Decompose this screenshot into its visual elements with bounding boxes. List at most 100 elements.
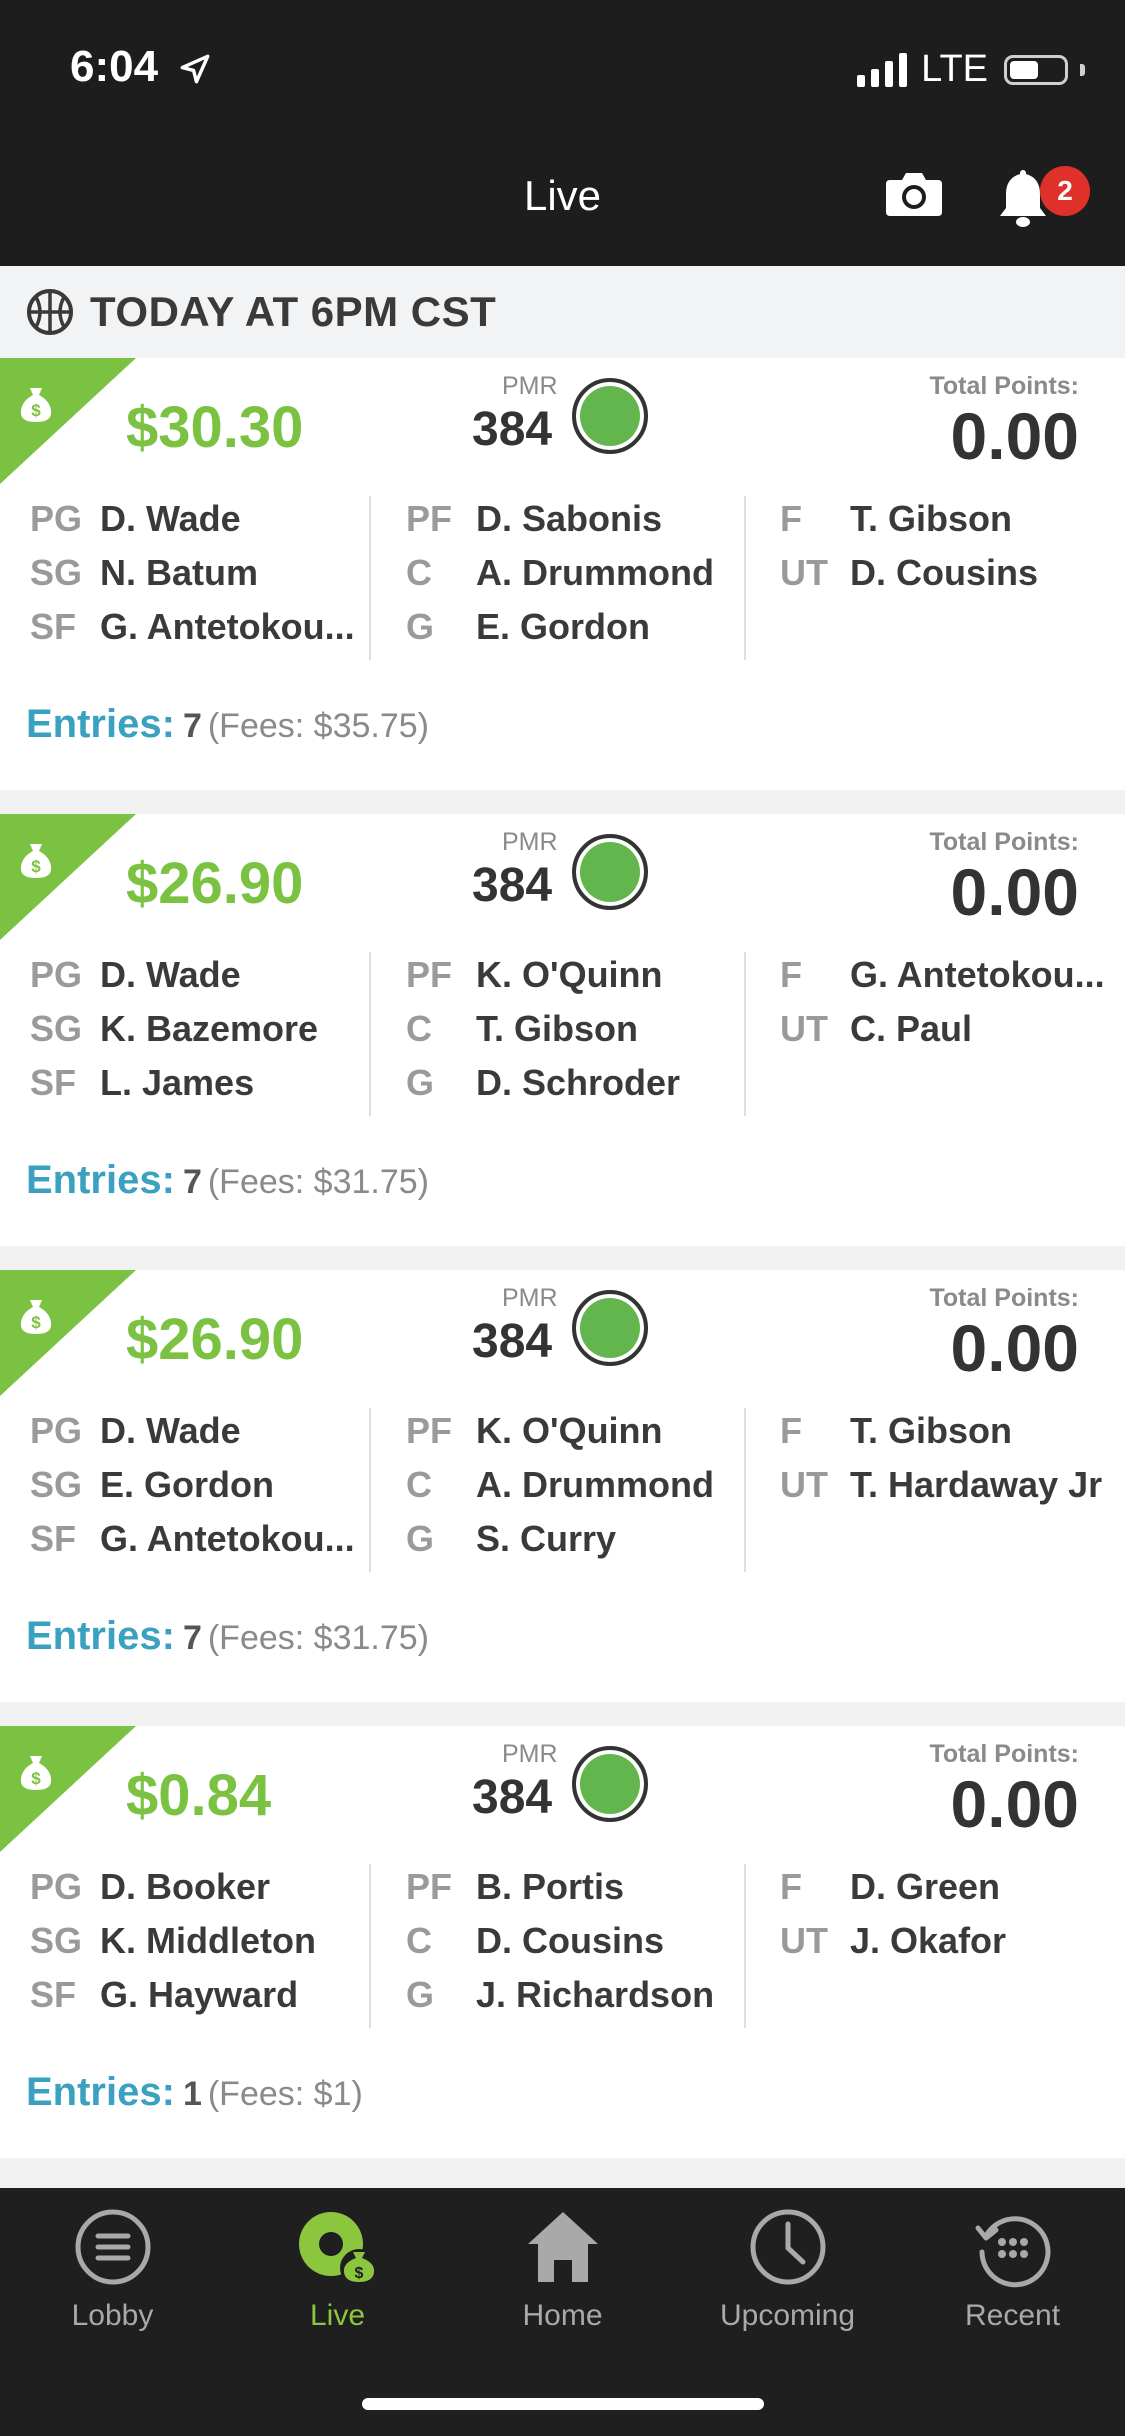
player-column: PG D. Wade SG N. Batum SF G. Antetokou...: [30, 492, 370, 662]
prize-amount: $0.84: [126, 1763, 272, 1828]
player-position: PG: [30, 1410, 83, 1451]
player-name: D. Cousins: [476, 1920, 665, 1961]
svg-text:$: $: [31, 401, 41, 420]
player-position: F: [780, 1410, 802, 1451]
player-name: D. Wade: [100, 954, 241, 995]
player-row[interactable]: PF K. O'Quinn: [406, 948, 746, 1002]
player-row[interactable]: UT C. Paul: [780, 1002, 1125, 1056]
player-row[interactable]: PG D. Wade: [30, 492, 370, 546]
player-position: G: [406, 1974, 435, 2015]
status-indicators: LTE: [857, 48, 1085, 91]
player-position: F: [780, 498, 802, 539]
player-row[interactable]: C A. Drummond: [406, 546, 746, 600]
lineup-card[interactable]: $ $30.30 PMR 384 Total Points: 0.00 PG D.…: [0, 358, 1125, 790]
player-position: PF: [406, 1410, 453, 1451]
tab-lobby[interactable]: Lobby: [0, 2206, 225, 2333]
player-row[interactable]: SF G. Antetokou...: [30, 600, 370, 654]
player-row[interactable]: SG K. Middleton: [30, 1914, 370, 1968]
player-name: K. Middleton: [100, 1920, 316, 1961]
player-column: F T. Gibson UT D. Cousins: [780, 492, 1125, 662]
total-points-label: Total Points:: [929, 1284, 1079, 1312]
player-name: T. Gibson: [850, 498, 1012, 539]
lineup-card[interactable]: $ $0.84 PMR 384 Total Points: 0.00 PG D. …: [0, 1726, 1125, 2158]
lineup-list: $ $30.30 PMR 384 Total Points: 0.00 PG D.…: [0, 358, 1125, 2182]
pmr-value: 384: [472, 1771, 553, 1824]
player-row[interactable]: PG D. Booker: [30, 1860, 370, 1914]
player-column: PG D. Wade SG K. Bazemore SF L. James: [30, 948, 370, 1118]
player-position: G: [406, 1062, 435, 1103]
player-row[interactable]: SG E. Gordon: [30, 1458, 370, 1512]
player-row[interactable]: PF D. Sabonis: [406, 492, 746, 546]
tab-live[interactable]: $ Live: [225, 2206, 450, 2333]
tab-label: Live: [309, 2299, 366, 2332]
lineup-card[interactable]: $ $26.90 PMR 384 Total Points: 0.00 PG D.…: [0, 814, 1125, 1246]
player-row[interactable]: SG N. Batum: [30, 546, 370, 600]
player-row[interactable]: UT D. Cousins: [780, 546, 1125, 600]
prize-amount: $26.90: [126, 1307, 304, 1372]
camera-icon[interactable]: [884, 168, 944, 218]
svg-text:$: $: [354, 2265, 363, 2282]
player-name: N. Batum: [100, 552, 259, 593]
player-row[interactable]: F T. Gibson: [780, 1404, 1125, 1458]
player-name: E. Gordon: [100, 1464, 274, 1505]
home-icon: [527, 2212, 598, 2282]
player-position: F: [780, 1866, 802, 1907]
player-position: PG: [30, 954, 83, 995]
player-row[interactable]: G D. Schroder: [406, 1056, 746, 1110]
player-row[interactable]: PF B. Portis: [406, 1860, 746, 1914]
player-name: D. Sabonis: [476, 498, 663, 539]
entries-fees: (Fees: $31.75): [207, 1619, 429, 1657]
player-row[interactable]: SF G. Antetokou...: [30, 1512, 370, 1566]
player-position: SF: [30, 1062, 77, 1103]
column-divider: [369, 1864, 371, 2028]
entries-label: Entries:: [26, 1614, 175, 1658]
lineup-card[interactable]: $ $26.90 PMR 384 Total Points: 0.00 PG D.…: [0, 1270, 1125, 1702]
player-name: D. Wade: [100, 1410, 241, 1451]
player-row[interactable]: G J. Richardson: [406, 1968, 746, 2022]
player-row[interactable]: PG D. Wade: [30, 948, 370, 1002]
location-arrow-icon: [180, 54, 210, 84]
player-row[interactable]: G E. Gordon: [406, 600, 746, 654]
player-name: J. Richardson: [476, 1974, 715, 2015]
tab-recent[interactable]: Recent: [900, 2206, 1125, 2333]
tab-home[interactable]: Home: [450, 2206, 675, 2333]
entries-fees: (Fees: $35.75): [207, 707, 429, 745]
pmr-status-indicator: [572, 1290, 648, 1366]
pmr-label: PMR: [502, 1284, 558, 1312]
player-column: PF B. Portis C D. Cousins G J. Richardson: [406, 1860, 746, 2030]
player-row[interactable]: UT J. Okafor: [780, 1914, 1125, 1968]
column-divider: [369, 952, 371, 1116]
tab-upcoming[interactable]: Upcoming: [675, 2206, 900, 2333]
total-points-value: 0.00: [950, 1311, 1079, 1385]
player-grid: PG D. Wade SG E. Gordon SF G. Antetokou... PF…: [0, 1404, 1125, 1574]
player-row[interactable]: PG D. Wade: [30, 1404, 370, 1458]
player-column: PF K. O'Quinn C A. Drummond G S. Curry: [406, 1404, 746, 1574]
player-row[interactable]: SG K. Bazemore: [30, 1002, 370, 1056]
player-name: B. Portis: [476, 1866, 625, 1907]
player-row[interactable]: F G. Antetokou...: [780, 948, 1125, 1002]
player-column: F T. Gibson UT T. Hardaway Jr: [780, 1404, 1125, 1574]
total-points-value: 0.00: [950, 1767, 1079, 1841]
player-row[interactable]: UT T. Hardaway Jr: [780, 1458, 1125, 1512]
top-bar: 6:04 LTE Live 2: [0, 0, 1125, 266]
tab-label: Upcoming: [719, 2299, 856, 2332]
player-row[interactable]: PF K. O'Quinn: [406, 1404, 746, 1458]
player-name: T. Gibson: [850, 1410, 1012, 1451]
player-position: SF: [30, 606, 77, 647]
player-name: E. Gordon: [476, 606, 650, 647]
player-row[interactable]: G S. Curry: [406, 1512, 746, 1566]
player-column: PG D. Booker SG K. Middleton SF G. Hayward: [30, 1860, 370, 2030]
prize-amount: $30.30: [126, 395, 304, 460]
player-row[interactable]: SF G. Hayward: [30, 1968, 370, 2022]
total-points-value: 0.00: [950, 399, 1079, 473]
player-row[interactable]: C T. Gibson: [406, 1002, 746, 1056]
player-row[interactable]: F T. Gibson: [780, 492, 1125, 546]
player-row[interactable]: SF L. James: [30, 1056, 370, 1110]
player-name: D. Schroder: [476, 1062, 681, 1103]
player-row[interactable]: C D. Cousins: [406, 1914, 746, 1968]
player-position: C: [406, 552, 432, 593]
player-row[interactable]: C A. Drummond: [406, 1458, 746, 1512]
menu-icon: [75, 2209, 150, 2285]
player-row[interactable]: F D. Green: [780, 1860, 1125, 1914]
column-divider: [744, 496, 746, 660]
